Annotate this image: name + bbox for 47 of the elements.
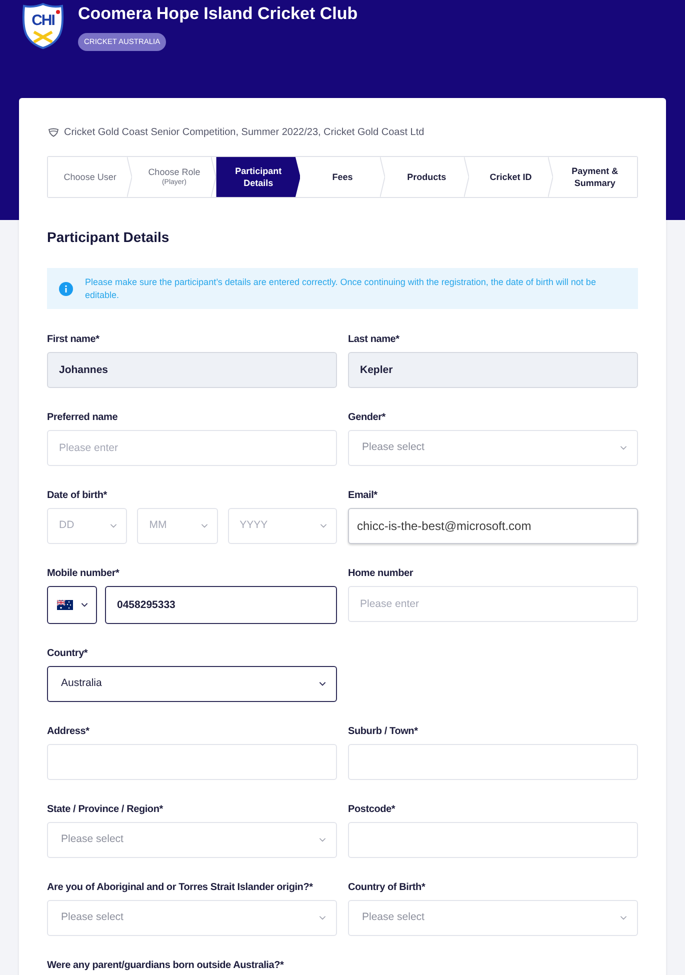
text-field[interactable]: Please enter xyxy=(348,586,638,622)
logo-text: CHI xyxy=(32,13,54,29)
field-label: Postcode* xyxy=(348,804,396,816)
flag-icon xyxy=(56,600,72,610)
field-label: Country of Birth* xyxy=(348,882,426,894)
text-field[interactable] xyxy=(47,744,337,780)
chevron-down-icon xyxy=(620,916,627,920)
field-label: Gender* xyxy=(348,412,387,424)
shield-icon xyxy=(48,128,59,136)
chevron-down-icon xyxy=(319,838,326,842)
field-label: Last name* xyxy=(348,334,400,346)
field-label: Home number xyxy=(348,568,414,580)
field-label: Were any parent/guardians born outside Australia?* xyxy=(47,960,285,972)
chevron-down-icon xyxy=(620,446,627,450)
field-label: First name* xyxy=(47,334,100,346)
field-label: Are you of Aboriginal and or Torres Strait Islander origin?* xyxy=(47,882,314,894)
step-tab[interactable]: Participant Details xyxy=(216,157,300,197)
competition-name: Cricket Gold Coast Senior Competition, Summer 2022/23, Cricket Gold Coast Ltd xyxy=(64,126,424,140)
field-label: Preferred name xyxy=(47,412,119,424)
field-label: Suburb / Town* xyxy=(348,726,419,738)
name-field[interactable]: Kepler xyxy=(348,352,638,388)
chevron-down-icon xyxy=(200,524,208,528)
name-field[interactable]: Johannes xyxy=(47,352,337,388)
club-title: Coomera Hope Island Cricket Club xyxy=(78,3,358,25)
field-label: State / Province / Region* xyxy=(47,804,164,816)
field-label: Mobile number* xyxy=(47,568,120,580)
shield-crest-icon xyxy=(22,3,64,49)
select-field[interactable]: Australia xyxy=(47,666,337,702)
notice-text: Please make sure the participant’s details are entered correctly. Once continuing with the registration, the date of birth will not be editable. xyxy=(85,276,597,302)
country-code-select[interactable] xyxy=(47,586,97,624)
text-field[interactable] xyxy=(348,822,638,858)
step-tab[interactable]: Choose User xyxy=(48,157,132,197)
chevron-down-icon xyxy=(319,916,326,920)
phone-field[interactable]: 0458295333 xyxy=(105,586,337,624)
chevron-down-icon xyxy=(320,524,327,528)
text-field[interactable] xyxy=(348,744,638,780)
info-icon xyxy=(59,282,73,296)
email-field[interactable]: chicc-is-the-best@microsoft.com xyxy=(348,508,638,544)
text-field[interactable]: Please enter xyxy=(47,430,337,466)
chevron-down-icon xyxy=(110,524,118,528)
chevron-down-icon xyxy=(80,603,88,607)
section-title: Participant Details xyxy=(47,228,170,246)
field-label: Country* xyxy=(47,648,89,660)
field-label: Address* xyxy=(47,726,90,738)
field-label: Date of birth* xyxy=(47,490,108,502)
field-label: Email* xyxy=(348,490,378,502)
chevron-down-icon xyxy=(319,682,326,686)
